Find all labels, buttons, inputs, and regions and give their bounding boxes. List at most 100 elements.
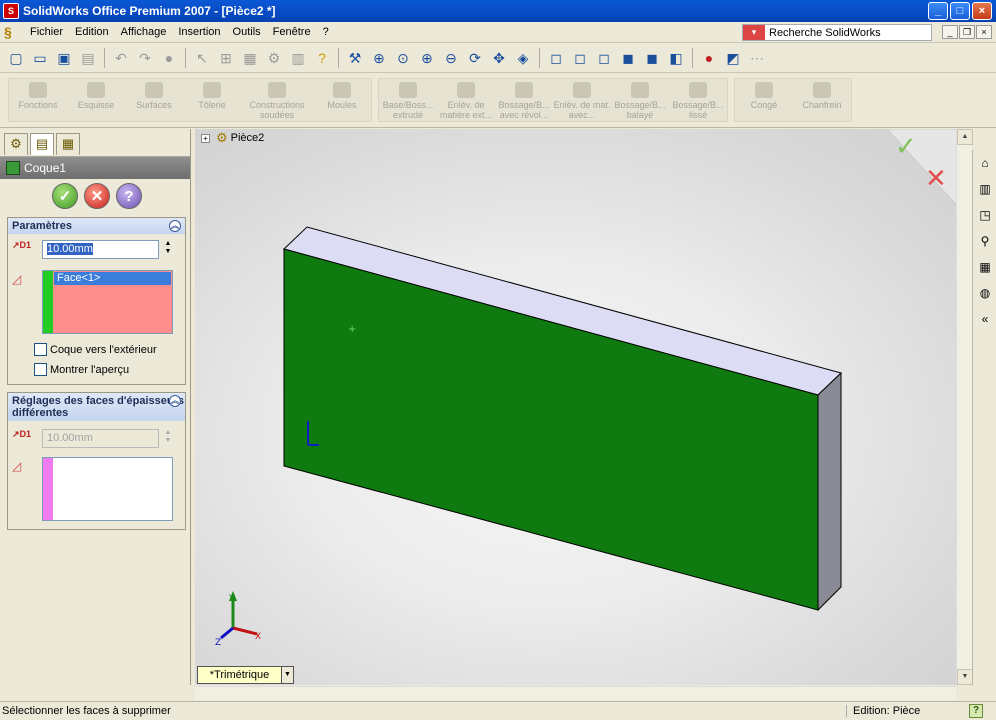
show-preview-checkbox[interactable]: Montrer l'aperçu	[34, 363, 129, 376]
minimize-button[interactable]: _	[928, 2, 948, 20]
collapse-icon[interactable]: ︽	[169, 395, 181, 407]
cmd-cut-revolve[interactable]: Enlèv. de mat. avec...	[553, 79, 611, 121]
confirm-ok-icon[interactable]: ✓	[895, 132, 917, 162]
select-icon[interactable]: ↖	[192, 48, 212, 68]
multi-thickness-spinner[interactable]: ▲ ▼	[163, 429, 173, 445]
zoom-out-icon[interactable]: ⊖	[441, 48, 461, 68]
cmd-chanfrein[interactable]: Chanfrein	[793, 79, 851, 121]
plate-side-face[interactable]	[817, 371, 842, 612]
ok-button[interactable]: ✓	[52, 183, 78, 209]
menu-fenetre[interactable]: Fenêtre	[267, 26, 317, 38]
undo-icon[interactable]: ↶	[111, 48, 131, 68]
horizontal-scrollbar[interactable]	[195, 686, 956, 701]
menu-fichier[interactable]: Fichier	[24, 26, 69, 38]
cmd-esquisse[interactable]: Esquisse	[67, 79, 125, 121]
zoom-in-icon[interactable]: ⊕	[417, 48, 437, 68]
zoom-area-icon[interactable]: ⊙	[393, 48, 413, 68]
doc-close-button[interactable]: ×	[976, 25, 992, 39]
shell-outward-checkbox[interactable]: Coque vers l'extérieur	[34, 343, 157, 356]
help-icon[interactable]: ?	[312, 48, 332, 68]
featuremanager-tab[interactable]: ⚙	[4, 133, 28, 155]
scroll-down-icon[interactable]: ▼	[957, 669, 973, 685]
hidden-removed-icon[interactable]: ◻	[594, 48, 614, 68]
search-box[interactable]: ▾ Recherche SolidWorks	[742, 24, 932, 41]
confirm-cancel-icon[interactable]: ✕	[925, 164, 947, 194]
cmd-tolerie[interactable]: Tôlerie	[183, 79, 241, 121]
list-item[interactable]: Face<1>	[54, 272, 171, 285]
multi-thickness-faces-list[interactable]	[42, 457, 173, 521]
doc-minimize-button[interactable]: _	[942, 25, 958, 39]
checkbox-box[interactable]	[34, 363, 47, 376]
configurationmanager-tab[interactable]: ▦	[56, 133, 80, 155]
rotate-icon[interactable]: ⟳	[465, 48, 485, 68]
cmd-fonctions[interactable]: Fonctions	[9, 79, 67, 121]
solidworks-logo-icon[interactable]: §	[4, 24, 20, 40]
perspective-icon[interactable]: ◩	[723, 48, 743, 68]
search-icon[interactable]: ▾	[743, 25, 765, 40]
options-icon[interactable]: ⚙	[264, 48, 284, 68]
propertymanager-tab[interactable]: ▤	[30, 133, 54, 155]
section-view-icon[interactable]: ◧	[666, 48, 686, 68]
library-icon[interactable]: ▥	[976, 180, 994, 198]
cmd-moules[interactable]: Moules	[313, 79, 371, 121]
search-icon[interactable]: ⚲	[976, 232, 994, 250]
maximize-button[interactable]: □	[950, 2, 970, 20]
cmd-sweep[interactable]: Bossage/B... balayé	[611, 79, 669, 121]
open-icon[interactable]: ▭	[30, 48, 50, 68]
expand-pane-icon[interactable]: «	[976, 310, 994, 328]
cmd-revolve[interactable]: Bossage/B... avec révol...	[495, 79, 553, 121]
help-button[interactable]: ?	[116, 183, 142, 209]
cmd-extrude[interactable]: Base/Boss... extrudé	[379, 79, 437, 121]
menu-affichage[interactable]: Affichage	[115, 26, 173, 38]
cmd-surfaces[interactable]: Surfaces	[125, 79, 183, 121]
menu-help[interactable]: ?	[317, 26, 335, 38]
multi-thickness-input[interactable]: 10.00mm	[42, 429, 159, 448]
menu-insertion[interactable]: Insertion	[172, 26, 226, 38]
collapse-icon[interactable]: ︽	[169, 220, 181, 232]
help-icon[interactable]: ?	[969, 704, 983, 718]
cmd-cut-extrude[interactable]: Enlèv. de matière ext...	[437, 79, 495, 121]
hidden-lines-icon[interactable]: ◻	[570, 48, 590, 68]
home-icon[interactable]: ⌂	[976, 154, 994, 172]
rebuild-icon[interactable]: ●	[159, 48, 179, 68]
zoom-fit-icon[interactable]: ⊕	[369, 48, 389, 68]
appearances-icon[interactable]: ◍	[976, 284, 994, 302]
cmd-conge[interactable]: Congé	[735, 79, 793, 121]
vertical-scrollbar[interactable]: ▲ ▼	[956, 129, 973, 685]
graphics-area[interactable]: + ⚙ Pièce2 ✓ ✕ + X Y Z *Trimétrique ▼	[195, 129, 971, 685]
scroll-up-icon[interactable]: ▲	[957, 129, 973, 145]
parametres-title[interactable]: Paramètres ︽	[8, 218, 185, 234]
new-icon[interactable]: ▢	[6, 48, 26, 68]
menu-outils[interactable]: Outils	[227, 26, 267, 38]
grid-icon[interactable]: ▦	[240, 48, 260, 68]
status-help[interactable]: ?	[956, 704, 996, 718]
wrench-icon[interactable]: ⚒	[345, 48, 365, 68]
shaded-edges-icon[interactable]: ◼	[618, 48, 638, 68]
cmd-loft[interactable]: Bossage/B... lissé	[669, 79, 727, 121]
view-orientation-dropdown[interactable]: *Trimétrique ▼	[197, 666, 294, 684]
thickness-spinner[interactable]: ▲ ▼	[163, 240, 173, 256]
filter-icon[interactable]: ⊞	[216, 48, 236, 68]
explorer-icon[interactable]: ◳	[976, 206, 994, 224]
chevron-down-icon[interactable]: ▼	[281, 667, 293, 683]
palette-icon[interactable]: ▦	[976, 258, 994, 276]
more-tools-icon[interactable]: ⋯	[747, 48, 767, 68]
thickness-input[interactable]: 10.00mm	[42, 240, 159, 259]
cancel-button[interactable]: ✕	[84, 183, 110, 209]
close-button[interactable]: ×	[972, 2, 992, 20]
layer-icon[interactable]: ▥	[288, 48, 308, 68]
view-orientation-icon[interactable]: ◈	[513, 48, 533, 68]
save-icon[interactable]: ▣	[54, 48, 74, 68]
appearance-icon[interactable]: ●	[699, 48, 719, 68]
doc-restore-button[interactable]: ❐	[959, 25, 975, 39]
multi-thickness-title[interactable]: Réglages des faces d'épaisseurs différen…	[8, 393, 185, 421]
faces-to-remove-list[interactable]: Face<1>	[42, 270, 173, 334]
checkbox-box[interactable]	[34, 343, 47, 356]
menu-edition[interactable]: Edition	[69, 26, 115, 38]
cmd-constructions-soudees[interactable]: Constructions soudées	[241, 79, 313, 121]
shaded-icon[interactable]: ◼	[642, 48, 662, 68]
wireframe-icon[interactable]: ◻	[546, 48, 566, 68]
redo-icon[interactable]: ↷	[135, 48, 155, 68]
pan-icon[interactable]: ✥	[489, 48, 509, 68]
print-icon[interactable]: ▤	[78, 48, 98, 68]
